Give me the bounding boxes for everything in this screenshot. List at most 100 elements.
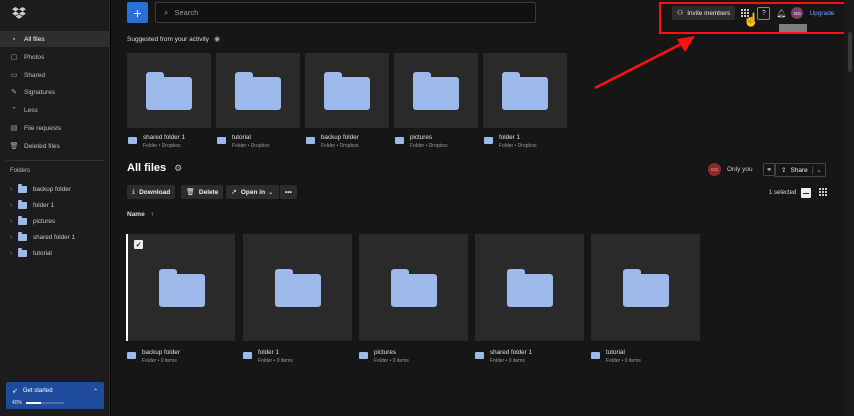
search-icon: ⌕ [164, 7, 169, 17]
suggested-item-label[interactable]: tutorial Folder • Dropbox [217, 134, 301, 149]
item-meta: Folder • Dropbox [232, 143, 270, 149]
suggested-card[interactable] [216, 53, 300, 128]
suggested-item-label[interactable]: backup folder Folder • Dropbox [306, 134, 390, 149]
rocket-icon: ➶ [12, 388, 18, 395]
chevron-right-icon[interactable]: › [10, 186, 18, 193]
folder-icon [324, 71, 370, 110]
dropbox-logo-icon[interactable] [12, 7, 26, 19]
sidebar-item-deleted-files[interactable]: 🗑 Deleted files [0, 138, 110, 154]
sort-arrow-icon: ↑ [150, 211, 154, 218]
suggested-item-label[interactable]: folder 1 Folder • Dropbox [484, 134, 568, 149]
file-card[interactable] [359, 234, 468, 341]
tree-item-label: pictures [33, 217, 56, 225]
progress-fill [26, 402, 42, 404]
tree-item-folder-1[interactable]: › folder 1 [0, 198, 110, 212]
sidebar-item-photos[interactable]: ▢ Photos [0, 49, 110, 65]
deselect-checkbox[interactable] [801, 188, 812, 198]
sidebar-item-label: Photos [24, 53, 45, 61]
scrollbar-thumb[interactable] [848, 32, 852, 72]
main-content: + ⌕ Search ⚇ Invite members ? 🔔︎ GG Upgr… [111, 0, 854, 416]
file-item-label[interactable]: backup folder Folder • 0 items [127, 349, 237, 364]
folder-icon [395, 137, 404, 144]
page-title-text: All files [127, 162, 167, 174]
selected-count: 1 selected [769, 190, 797, 196]
sidebar-item-label: Signatures [24, 88, 56, 96]
trash-icon: 🗑 [9, 143, 19, 150]
sidebar-item-shared[interactable]: ▭ Shared [0, 67, 110, 83]
sidebar-item-all-files[interactable]: ▪ All files [0, 31, 110, 47]
sidebar-item-file-requests[interactable]: ▤ File requests [0, 120, 110, 136]
share-button[interactable]: ⇪ Share ⌄ [774, 163, 826, 177]
item-meta: Folder • 0 items [258, 358, 293, 364]
download-icon: ⤓ [132, 188, 136, 195]
suggested-title: Suggested from your activity [127, 35, 210, 43]
access-info[interactable]: GG Only you ⚭ [708, 163, 776, 176]
item-name: pictures [374, 349, 397, 356]
sidebar-item-less[interactable]: ⌃ Less [0, 102, 110, 118]
tree-item-pictures[interactable]: › pictures [0, 214, 110, 228]
page-title: All files ⚙ [127, 162, 182, 174]
scrollbar[interactable] [844, 0, 854, 416]
open-in-button[interactable]: ↗ Open in ⌄ [226, 185, 279, 199]
file-card[interactable] [475, 234, 584, 341]
suggested-item-label[interactable]: pictures Folder • Dropbox [395, 134, 479, 149]
suggested-card[interactable] [483, 53, 567, 128]
suggested-card[interactable] [305, 53, 389, 128]
file-card[interactable] [243, 234, 352, 341]
chevron-down-icon[interactable]: ⌄ [812, 166, 825, 174]
tree-item-shared-folder-1[interactable]: › shared folder 1 [0, 230, 110, 244]
suggested-item-label[interactable]: shared folder 1 Folder • Dropbox [128, 134, 212, 149]
folder-icon [18, 216, 27, 225]
suggested-card[interactable] [127, 53, 211, 128]
open-external-icon: ↗ [231, 189, 237, 196]
gear-icon[interactable]: ⚙ [174, 163, 182, 174]
item-meta: Folder • 0 items [606, 358, 641, 364]
file-card[interactable] [591, 234, 700, 341]
folder-icon [127, 352, 136, 359]
more-actions-button[interactable]: ••• [280, 185, 297, 199]
sidebar-item-label: Less [24, 106, 38, 114]
suggested-heading: Suggested from your activity ◉ [127, 35, 220, 44]
chevron-right-icon[interactable]: › [10, 250, 18, 257]
name-column-header[interactable]: Name ↑ [127, 211, 154, 218]
file-item-label[interactable]: pictures Folder • 0 items [359, 349, 469, 364]
chevron-right-icon[interactable]: › [10, 234, 18, 241]
avatar: GG [708, 163, 721, 176]
sidebar-item-signatures[interactable]: ✎ Signatures [0, 84, 110, 100]
tree-item-backup-folder[interactable]: › backup folder [0, 182, 110, 196]
file-item-label[interactable]: folder 1 Folder • 0 items [243, 349, 353, 364]
item-name: backup folder [142, 349, 180, 356]
sidebar-item-label: Shared [24, 71, 45, 79]
download-button[interactable]: ⤓ Download [127, 185, 176, 199]
file-requests-icon: ▤ [10, 125, 18, 132]
name-header-label: Name [127, 211, 145, 218]
get-started-progress: 40% [12, 400, 98, 406]
chevron-up-icon[interactable]: ⌃ [93, 388, 98, 395]
grid-view-icon[interactable] [819, 188, 827, 196]
eye-icon[interactable]: ◉ [214, 35, 220, 43]
chevron-right-icon[interactable]: › [10, 202, 18, 209]
chevron-down-icon: ⌄ [268, 189, 274, 196]
more-label: ••• [285, 188, 292, 196]
share-icon: ⇪ [781, 167, 787, 174]
item-meta: Folder • Dropbox [410, 143, 448, 149]
folder-icon [18, 248, 27, 257]
progress-track [26, 402, 65, 404]
progress-label: 40% [12, 400, 23, 406]
folder-icon [484, 137, 493, 144]
folder-icon [274, 268, 321, 307]
create-new-button[interactable]: + [127, 2, 148, 23]
suggested-card[interactable] [394, 53, 478, 128]
search-input[interactable]: ⌕ Search [155, 2, 536, 23]
tree-item-tutorial[interactable]: › tutorial [0, 246, 110, 260]
file-card[interactable]: ✓ [126, 234, 235, 341]
file-item-label[interactable]: shared folder 1 Folder • 0 items [475, 349, 585, 364]
get-started-panel[interactable]: ➶ Get started ⌃ 40% [6, 382, 104, 409]
folder-icon [591, 352, 600, 359]
select-checkbox[interactable]: ✓ [134, 240, 143, 249]
delete-button[interactable]: 🗑 Delete [181, 185, 224, 199]
shared-icon: ▭ [10, 72, 18, 79]
chevron-right-icon[interactable]: › [10, 218, 18, 225]
item-meta: Folder • 0 items [490, 358, 525, 364]
file-item-label[interactable]: tutorial Folder • 0 items [591, 349, 701, 364]
